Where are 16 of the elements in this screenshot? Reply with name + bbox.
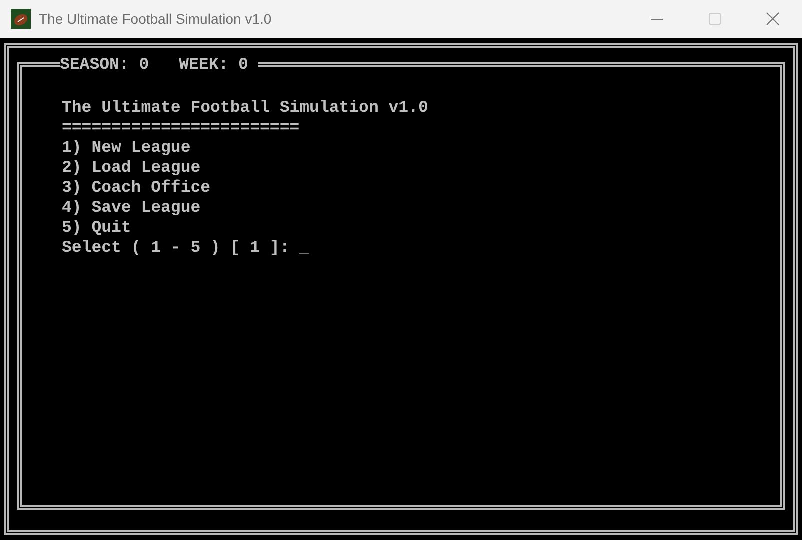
text-cursor: _ [300,238,310,258]
close-icon [766,12,780,26]
heading-text: The Ultimate Football Simulation v1.0 [62,98,428,118]
week-label: WEEK: 0 [179,55,248,75]
football-icon [11,9,31,29]
maximize-icon [709,13,721,25]
menu-option: 1) New League [62,138,191,158]
menu-option: 3) Coach Office [62,178,211,198]
heading-underline: ======================== [62,118,300,138]
menu-option: 2) Load League [62,158,201,178]
select-prompt: Select ( 1 - 5 ) [ 1 ]: [62,238,291,258]
window-title: The Ultimate Football Simulation v1.0 [39,10,272,28]
menu-option: 4) Save League [62,198,201,218]
minimize-icon [651,18,663,20]
menu-option: 5) Quit [62,218,132,238]
season-label: SEASON: 0 [60,55,150,75]
